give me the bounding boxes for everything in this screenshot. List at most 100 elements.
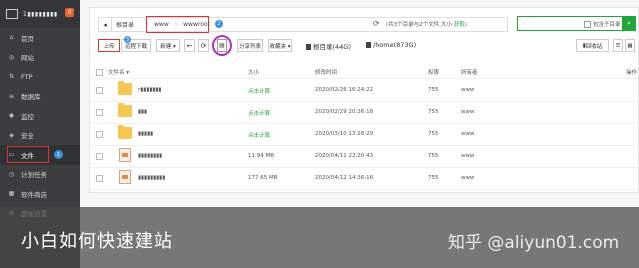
- row-checkbox[interactable]: [96, 175, 103, 182]
- sidebar-item-7[interactable]: ◷ 计划任务: [0, 165, 80, 185]
- file-manager-panel: ◂ 根目录 www › wwwroot › 2 ⟳ (共3个目录与2个文件,大小…: [89, 7, 639, 193]
- file-mtime: 2020/02/29 20:26:18: [315, 109, 374, 115]
- clock-icon: ◷: [8, 170, 15, 178]
- toolbar: 上传 远程下载 3 新建 ▾ ← ⟳ ▤ 分享列表 收藏夹 ▾ 根目录(44G)…: [98, 35, 635, 56]
- search-box: 包含子目录: [517, 16, 623, 31]
- sidebar-item-0[interactable]: ⌂ 首页: [0, 28, 80, 48]
- globe-icon: ◎: [8, 53, 15, 61]
- file-permission[interactable]: 755: [428, 131, 439, 137]
- refresh-path-icon[interactable]: ⟳: [373, 19, 380, 28]
- file-size[interactable]: 点击计算: [248, 131, 270, 139]
- breadcrumb-root[interactable]: 根目录: [112, 20, 138, 29]
- search-input[interactable]: [521, 17, 589, 31]
- file-owner[interactable]: www: [461, 153, 475, 159]
- arrow-left-icon[interactable]: ◂: [99, 18, 112, 31]
- trash-button[interactable]: ▮ 回收站: [576, 39, 609, 52]
- sidebar-item-6[interactable]: ▭ 文件 1: [0, 145, 80, 165]
- table-row[interactable]: r▮▮▮▮▮▮▮ 点击计算 2020/02/26 16:24:22 755 www: [90, 79, 638, 102]
- col-actions: 操作: [626, 70, 638, 76]
- sidebar-item-4[interactable]: ◉ 监控: [0, 106, 80, 126]
- upload-button[interactable]: 上传: [98, 39, 120, 52]
- file-size: 11.94 MB: [248, 153, 275, 159]
- table-row[interactable]: ▮▮▮▮▮▮▮▮▮ 177.65 MB 2020/04/12 14:36:16 755…: [90, 167, 638, 190]
- file-name[interactable]: ▮▮▮▮▮: [138, 131, 153, 137]
- sidebar-item-8[interactable]: ▦ 软件商店: [0, 184, 80, 204]
- notification-badge[interactable]: 0: [65, 8, 74, 17]
- file-name[interactable]: ▮▮▮▮▮▮▮▮: [138, 153, 162, 159]
- file-name[interactable]: ▮▮▮▮▮▮▮▮▮: [138, 175, 165, 181]
- file-owner[interactable]: www: [461, 109, 475, 115]
- watermark: 知乎 @aliyun01.com: [448, 233, 620, 253]
- sidebar-item-label: 网站: [21, 54, 34, 63]
- breadcrumb-wwwroot[interactable]: wwwroot: [179, 21, 214, 28]
- col-permission: 权限: [428, 70, 440, 76]
- back-arrow-icon[interactable]: ←: [184, 39, 195, 52]
- include-subdir-checkbox[interactable]: 包含子目录: [584, 20, 621, 28]
- sidebar-item-2[interactable]: ⇅ FTP: [0, 67, 80, 87]
- folder-icon: [118, 81, 132, 95]
- row-checkbox[interactable]: [96, 87, 103, 94]
- stats-size-link[interactable]: 获取: [454, 22, 465, 28]
- file-mtime: 2020/02/26 16:24:22: [315, 87, 374, 93]
- directory-stats: (共3个目录与2个文件,大小:获取): [386, 22, 467, 28]
- table-row[interactable]: ▮▮▮▮▮ 点击计算 2020/03/10 13:28:29 755 www: [90, 123, 638, 146]
- file-permission[interactable]: 755: [428, 153, 439, 159]
- col-filename[interactable]: 文件名 ▾: [108, 68, 129, 76]
- sidebar-item-5[interactable]: ◈ 安全: [0, 126, 80, 146]
- disk-root-link[interactable]: 根目录(44G): [306, 41, 351, 51]
- file-name[interactable]: r▮▮▮▮▮▮▮: [138, 87, 161, 93]
- checkbox-box[interactable]: [584, 21, 591, 28]
- breadcrumb-www[interactable]: www: [150, 21, 173, 28]
- grid-view-icon[interactable]: ▦: [625, 39, 635, 52]
- disk-home-label: /home(873G): [373, 41, 417, 49]
- step-badge-3: 3: [124, 36, 131, 43]
- list-view-icon[interactable]: ☰: [613, 39, 623, 52]
- sidebar-item-label: 数据库: [21, 93, 41, 102]
- row-checkbox[interactable]: [96, 109, 103, 116]
- file-icon: [119, 170, 131, 184]
- ftp-icon: ⇅: [8, 73, 15, 81]
- disk-home-link[interactable]: /home(873G): [366, 41, 416, 49]
- file-permission[interactable]: 755: [428, 175, 439, 181]
- select-all-checkbox[interactable]: [96, 69, 103, 76]
- col-owner: 所有者: [461, 70, 478, 76]
- table-row[interactable]: ▮▮▮ 点击计算 2020/02/29 20:26:18 755 www: [90, 101, 638, 124]
- sidebar-item-label: 首页: [21, 34, 34, 43]
- store-icon: ▦: [8, 190, 15, 198]
- file-owner[interactable]: www: [461, 87, 475, 93]
- disk-icon: [366, 42, 371, 48]
- favorites-dropdown-button[interactable]: 收藏夹 ▾: [268, 39, 292, 52]
- file-size[interactable]: 点击计算: [248, 87, 270, 95]
- file-mtime: 2020/03/10 13:28:29: [315, 131, 374, 137]
- file-size: 177.65 MB: [248, 175, 278, 181]
- row-checkbox[interactable]: [96, 131, 103, 138]
- disk-icon: [306, 44, 311, 50]
- file-owner[interactable]: www: [461, 175, 475, 181]
- new-dropdown-button[interactable]: 新建 ▾: [156, 39, 180, 52]
- file-permission[interactable]: 755: [428, 109, 439, 115]
- step-badge-2: 2: [215, 20, 223, 28]
- file-permission[interactable]: 755: [428, 87, 439, 93]
- stats-text: 共3个目录与2个文件,大小:: [388, 22, 454, 28]
- breadcrumb-separator: ›: [174, 21, 178, 28]
- file-name[interactable]: ▮▮▮: [138, 109, 147, 115]
- file-mtime: 2020/04/12 14:36:16: [315, 175, 374, 181]
- col-mtime[interactable]: 修改时间: [315, 68, 337, 76]
- breadcrumb-highlight: www › wwwroot ›: [146, 16, 218, 33]
- share-list-button[interactable]: 分享列表: [237, 39, 263, 52]
- refresh-icon[interactable]: ⟳: [198, 39, 209, 52]
- shield-icon: ◈: [9, 131, 14, 139]
- file-size[interactable]: 点击计算: [248, 109, 270, 117]
- table-header: 文件名 ▾ 大小 修改时间 权限 所有者 操作: [90, 66, 638, 79]
- row-checkbox[interactable]: [96, 153, 103, 160]
- col-size[interactable]: 大小: [248, 68, 259, 76]
- highlight-circle: [212, 35, 232, 56]
- sidebar-item-1[interactable]: ◎ 网站: [0, 48, 80, 68]
- sidebar-item-label: 监控: [21, 112, 34, 121]
- folder-icon: [118, 125, 132, 139]
- table-row[interactable]: ▮▮▮▮▮▮▮▮ 11.94 MB 2020/04/11 22:20:43 755 ww…: [90, 145, 638, 168]
- sidebar-item-3[interactable]: ≡ 数据库: [0, 87, 80, 107]
- caption-title: 小白如何快速建站: [21, 231, 173, 252]
- file-owner[interactable]: www: [461, 131, 475, 137]
- search-icon[interactable]: ⌕: [622, 16, 636, 31]
